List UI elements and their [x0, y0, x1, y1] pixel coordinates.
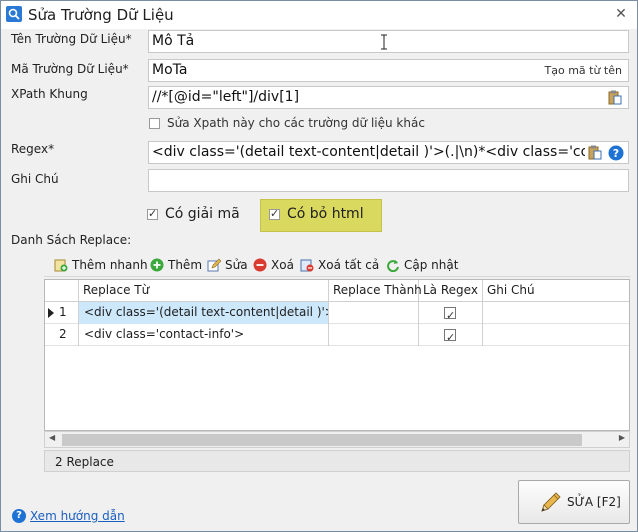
help-icon[interactable]: ?: [608, 145, 624, 161]
scrollbar-thumb[interactable]: [62, 434, 582, 446]
paste-icon[interactable]: [588, 145, 602, 160]
row-indicator-header: [45, 280, 79, 302]
note-input[interactable]: [148, 169, 629, 192]
replace-from-cell[interactable]: <div class='(detail text-content|detail …: [79, 302, 329, 324]
grid-status-bar: 2 Replace: [44, 450, 630, 472]
update-button[interactable]: Cập nhật: [386, 258, 458, 272]
update-label: Cập nhật: [404, 258, 459, 272]
quick-add-icon: [54, 259, 68, 272]
delete-all-icon: [300, 259, 314, 272]
replace-grid: Replace Từ Replace Thành Là Regex Ghi Ch…: [44, 279, 630, 431]
grid-header: Replace Từ Replace Thành Là Regex Ghi Ch…: [45, 280, 629, 302]
help-link-icon[interactable]: ?: [12, 509, 26, 523]
field-name-input[interactable]: Mô Tả: [148, 30, 629, 53]
edit-button[interactable]: Sửa: [207, 258, 248, 272]
title-bar: Sửa Trường Dữ Liệu ✕: [1, 1, 637, 29]
quick-add-button[interactable]: Thêm nhanh: [54, 258, 148, 272]
replace-toolbar: Thêm nhanh Thêm Sửa Xoá Xoá tất cả Cập n…: [44, 255, 630, 277]
add-label: Thêm: [168, 258, 203, 272]
table-row[interactable]: 1 <div class='(detail text-content|detai…: [45, 302, 629, 324]
xpath-label: XPath Khung: [11, 87, 88, 101]
edit-field-dialog: Sửa Trường Dữ Liệu ✕ Tên Trường Dữ Liệu*…: [0, 0, 638, 532]
delete-all-label: Xoá tất cả: [318, 258, 380, 272]
replace-to-cell[interactable]: [329, 324, 419, 346]
scroll-left-icon[interactable]: ◀: [49, 433, 55, 442]
delete-icon: [253, 258, 267, 272]
table-row[interactable]: 2 <div class='contact-info'>: [45, 324, 629, 346]
is-regex-cell[interactable]: [419, 324, 483, 346]
svg-text:?: ?: [613, 147, 619, 160]
refresh-icon: [387, 260, 399, 272]
note-label: Ghi Chú: [11, 172, 59, 186]
pencil-icon: [541, 492, 561, 512]
close-button[interactable]: ✕: [611, 5, 631, 23]
row-indicator: 1: [45, 302, 79, 324]
app-icon: [6, 6, 22, 22]
delete-all-button[interactable]: Xoá tất cả: [300, 258, 379, 272]
column-header-replace-to[interactable]: Replace Thành: [329, 280, 422, 302]
replace-from-cell[interactable]: <div class='contact-info'>: [79, 324, 329, 346]
window-title: Sửa Trường Dữ Liệu: [28, 6, 174, 24]
replace-to-cell[interactable]: [329, 302, 419, 324]
scroll-right-icon[interactable]: ▶: [619, 433, 625, 442]
save-button-label: SỬA [F2]: [567, 495, 621, 509]
edit-label: Sửa: [225, 258, 248, 272]
row-indicator: 2: [45, 324, 79, 346]
horizontal-scrollbar[interactable]: ◀ ▶: [44, 431, 630, 448]
note-cell[interactable]: [483, 302, 629, 324]
quick-add-label: Thêm nhanh: [72, 258, 148, 272]
generate-code-button[interactable]: Tạo mã từ tên: [545, 64, 622, 77]
help-link[interactable]: Xem hướng dẫn: [30, 509, 125, 523]
row-number: 2: [59, 327, 67, 341]
is-regex-cell[interactable]: [419, 302, 483, 324]
field-code-label: Mã Trường Dữ Liệu*: [11, 62, 129, 76]
edit-icon: [207, 258, 221, 272]
row-number: 1: [59, 305, 67, 319]
strip-html-checkbox[interactable]: [269, 207, 280, 220]
column-header-note[interactable]: Ghi Chú: [483, 280, 629, 302]
text-cursor-icon: [381, 34, 387, 50]
paste-icon[interactable]: [608, 90, 622, 105]
regex-label: Regex*: [11, 142, 55, 156]
replace-count: 2 Replace: [55, 455, 114, 469]
add-icon: [150, 258, 164, 272]
field-code-value: MoTa: [152, 62, 188, 78]
delete-label: Xoá: [271, 258, 294, 272]
save-button[interactable]: SỬA [F2]: [518, 480, 630, 524]
field-name-label: Tên Trường Dữ Liệu*: [11, 32, 132, 46]
replace-list-label: Danh Sách Replace:: [11, 233, 132, 247]
xpath-value: //*[@id="left"]/div[1]: [152, 89, 300, 105]
field-code-input[interactable]: MoTa Tạo mã từ tên: [148, 59, 629, 82]
xpath-input[interactable]: //*[@id="left"]/div[1]: [148, 86, 629, 109]
note-cell[interactable]: [483, 324, 629, 346]
add-button[interactable]: Thêm: [150, 258, 202, 272]
regex-value: <div class='(detail text-content|detail …: [152, 144, 585, 160]
delete-button[interactable]: Xoá: [253, 258, 294, 272]
decode-label: Có giải mã: [165, 206, 240, 222]
column-header-replace-from[interactable]: Replace Từ: [79, 280, 329, 302]
field-name-value: Mô Tả: [152, 33, 195, 49]
regex-input[interactable]: <div class='(detail text-content|detail …: [148, 141, 629, 164]
strip-html-label: Có bỏ html: [287, 206, 364, 222]
xpath-apply-all-label: Sửa Xpath này cho các trường dữ liệu khá…: [167, 116, 425, 130]
current-row-arrow-icon: [48, 308, 54, 318]
xpath-apply-all-checkbox[interactable]: [149, 118, 160, 129]
is-regex-checkbox[interactable]: [444, 305, 456, 324]
decode-checkbox[interactable]: [147, 207, 158, 220]
is-regex-checkbox[interactable]: [444, 327, 456, 346]
column-header-is-regex[interactable]: Là Regex: [419, 280, 483, 302]
